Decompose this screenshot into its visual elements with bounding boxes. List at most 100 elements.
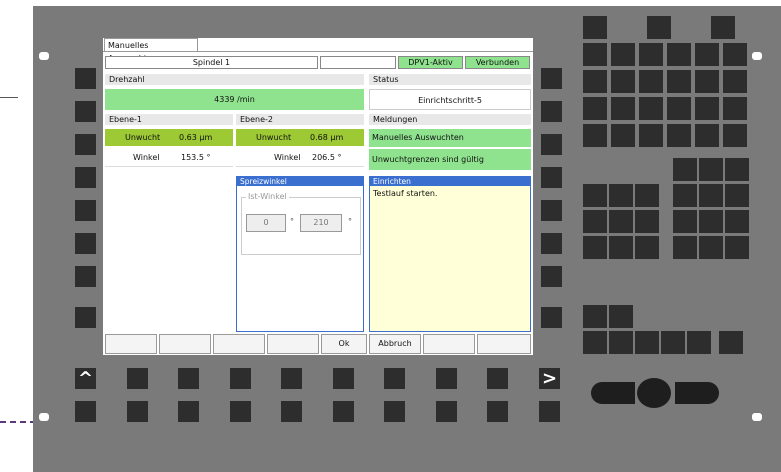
keypad-key[interactable] <box>725 184 749 207</box>
keypad-key[interactable] <box>611 124 635 147</box>
ok-button[interactable]: Ok <box>321 334 367 354</box>
abbruch-button[interactable]: Abbruch <box>369 334 421 354</box>
softkey-bottom2-4[interactable] <box>230 401 251 422</box>
softkey-bottom-7[interactable] <box>436 368 457 389</box>
keypad-key[interactable] <box>647 16 671 39</box>
softkey-left-2[interactable] <box>75 101 96 122</box>
keypad-key[interactable] <box>699 158 723 181</box>
softkey-right-6[interactable] <box>541 233 562 254</box>
keypad-key[interactable] <box>723 124 747 147</box>
horizontal-softkey-8[interactable] <box>477 334 531 354</box>
softkey-right-2[interactable] <box>541 101 562 122</box>
softkey-bottom2-10[interactable] <box>539 401 560 422</box>
softkey-bottom2-2[interactable] <box>127 401 148 422</box>
softkey-right-5[interactable] <box>541 200 562 221</box>
keypad-key[interactable] <box>699 184 723 207</box>
cursor-right-key[interactable] <box>675 382 719 404</box>
softkey-bottom2-9[interactable] <box>487 401 508 422</box>
keypad-key[interactable] <box>687 331 711 354</box>
horizontal-softkey-7[interactable] <box>423 334 475 354</box>
keypad-key[interactable] <box>635 236 659 259</box>
softkey-bottom-5[interactable] <box>333 368 354 389</box>
horizontal-softkey-2[interactable] <box>159 334 211 354</box>
keypad-key[interactable] <box>661 331 685 354</box>
keypad-key[interactable] <box>583 184 607 207</box>
softkey-left-4[interactable] <box>75 167 96 188</box>
softkey-left-3[interactable] <box>75 134 96 155</box>
up-arrow-icon[interactable]: ^ <box>75 368 96 389</box>
softkey-right-1[interactable] <box>541 68 562 89</box>
keypad-key[interactable] <box>609 210 633 233</box>
keypad-key[interactable] <box>695 97 719 120</box>
keypad-key[interactable] <box>723 70 747 93</box>
keypad-key[interactable] <box>667 124 691 147</box>
right-arrow-icon[interactable]: > <box>539 368 560 389</box>
keypad-key[interactable] <box>725 236 749 259</box>
softkey-right-3[interactable] <box>541 134 562 155</box>
keypad-key[interactable] <box>699 210 723 233</box>
softkey-bottom-8[interactable] <box>487 368 508 389</box>
keypad-key[interactable] <box>695 124 719 147</box>
keypad-key[interactable] <box>639 124 663 147</box>
keypad-key[interactable] <box>673 184 697 207</box>
ist-winkel-input-1[interactable]: 0 <box>246 214 286 232</box>
softkey-bottom2-5[interactable] <box>281 401 302 422</box>
softkey-left-8[interactable] <box>75 307 96 328</box>
keypad-key[interactable] <box>583 124 607 147</box>
softkey-bottom2-7[interactable] <box>384 401 405 422</box>
softkey-right-8[interactable] <box>541 307 562 328</box>
keypad-key[interactable] <box>667 43 691 66</box>
tab-manuelles-auswuchten[interactable]: Manuelles Auswuchten <box>104 38 198 63</box>
keypad-key[interactable] <box>719 331 743 354</box>
keypad-key[interactable] <box>609 236 633 259</box>
keypad-key[interactable] <box>583 331 607 354</box>
softkey-bottom2-8[interactable] <box>436 401 457 422</box>
softkey-left-1[interactable] <box>75 68 96 89</box>
keypad-key[interactable] <box>583 97 607 120</box>
keypad-key[interactable] <box>695 70 719 93</box>
keypad-key[interactable] <box>639 70 663 93</box>
keypad-key[interactable] <box>609 184 633 207</box>
horizontal-softkey-1[interactable] <box>105 334 157 354</box>
softkey-bottom-4[interactable] <box>281 368 302 389</box>
keypad-key[interactable] <box>609 331 633 354</box>
keypad-key[interactable] <box>695 43 719 66</box>
keypad-key[interactable] <box>635 184 659 207</box>
keypad-key[interactable] <box>725 210 749 233</box>
softkey-left-6[interactable] <box>75 233 96 254</box>
keypad-key[interactable] <box>583 305 607 328</box>
keypad-key[interactable] <box>673 158 697 181</box>
keypad-key[interactable] <box>583 43 607 66</box>
horizontal-softkey-3[interactable] <box>213 334 265 354</box>
softkey-left-5[interactable] <box>75 200 96 221</box>
keypad-key[interactable] <box>583 236 607 259</box>
keypad-key[interactable] <box>635 210 659 233</box>
keypad-key[interactable] <box>583 210 607 233</box>
keypad-key[interactable] <box>673 236 697 259</box>
softkey-left-7[interactable] <box>75 266 96 287</box>
cursor-select-key[interactable] <box>637 378 671 408</box>
softkey-bottom-2[interactable] <box>178 368 199 389</box>
softkey-bottom-3[interactable] <box>230 368 251 389</box>
keypad-key[interactable] <box>583 16 607 39</box>
softkey-bottom2-1[interactable] <box>75 401 96 422</box>
navigation-cursor-keys[interactable] <box>591 378 719 408</box>
keypad-key[interactable] <box>711 16 735 39</box>
softkey-right-7[interactable] <box>541 266 562 287</box>
keypad-key[interactable] <box>611 43 635 66</box>
softkey-bottom2-6[interactable] <box>333 401 354 422</box>
horizontal-softkey-4[interactable] <box>267 334 319 354</box>
keypad-key[interactable] <box>611 97 635 120</box>
softkey-right-4[interactable] <box>541 167 562 188</box>
keypad-key[interactable] <box>673 210 697 233</box>
keypad-key[interactable] <box>667 70 691 93</box>
keypad-key[interactable] <box>583 70 607 93</box>
softkey-bottom-1[interactable] <box>127 368 148 389</box>
keypad-key[interactable] <box>639 97 663 120</box>
keypad-key[interactable] <box>723 43 747 66</box>
keypad-key[interactable] <box>639 43 663 66</box>
keypad-key[interactable] <box>723 97 747 120</box>
keypad-key[interactable] <box>611 70 635 93</box>
ist-winkel-input-2[interactable]: 210 <box>300 214 342 232</box>
cursor-left-key[interactable] <box>591 382 635 404</box>
